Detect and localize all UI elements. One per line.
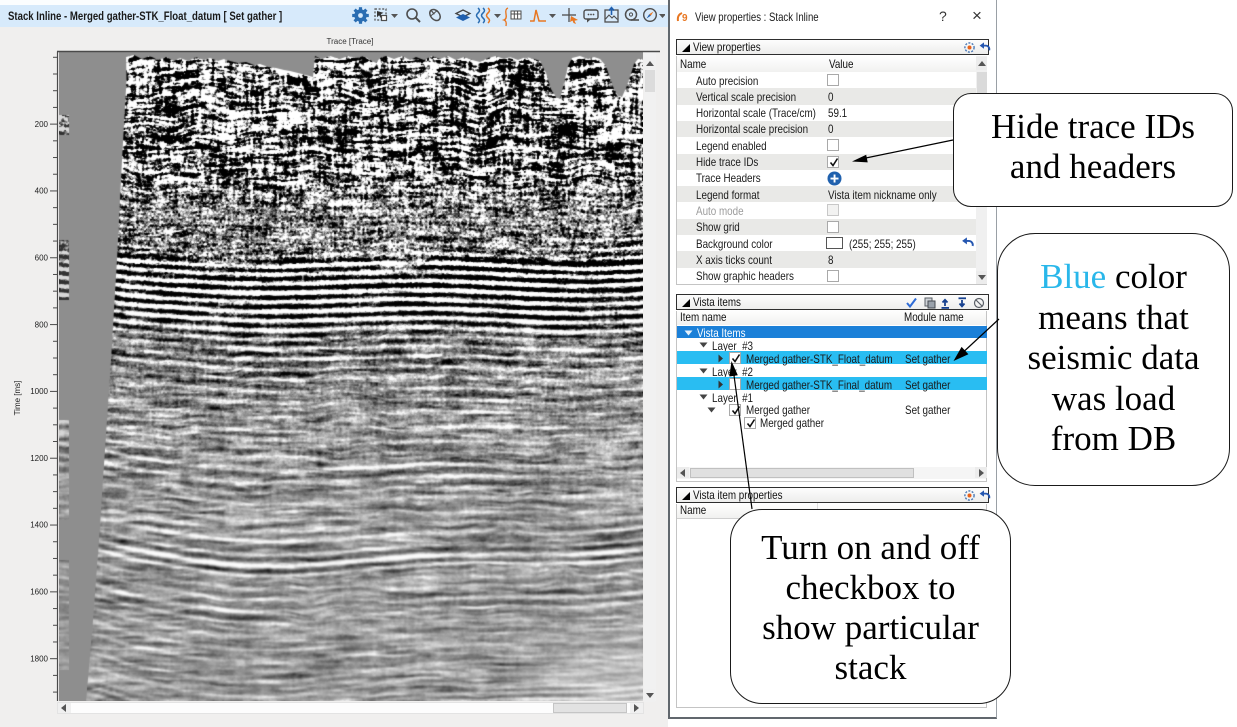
svg-text:800: 800 [35, 320, 49, 329]
svg-text:9: 9 [682, 13, 688, 24]
svg-text:1400: 1400 [30, 521, 48, 530]
svg-text:600: 600 [35, 253, 49, 262]
svg-text:Time [ms]: Time [ms] [13, 381, 22, 416]
svg-text:200: 200 [35, 120, 49, 129]
svg-text:400: 400 [35, 187, 49, 196]
svg-text:1200: 1200 [30, 454, 48, 463]
svg-text:1800: 1800 [30, 654, 48, 663]
svg-text:1000: 1000 [30, 387, 48, 396]
svg-text:1600: 1600 [30, 588, 48, 597]
